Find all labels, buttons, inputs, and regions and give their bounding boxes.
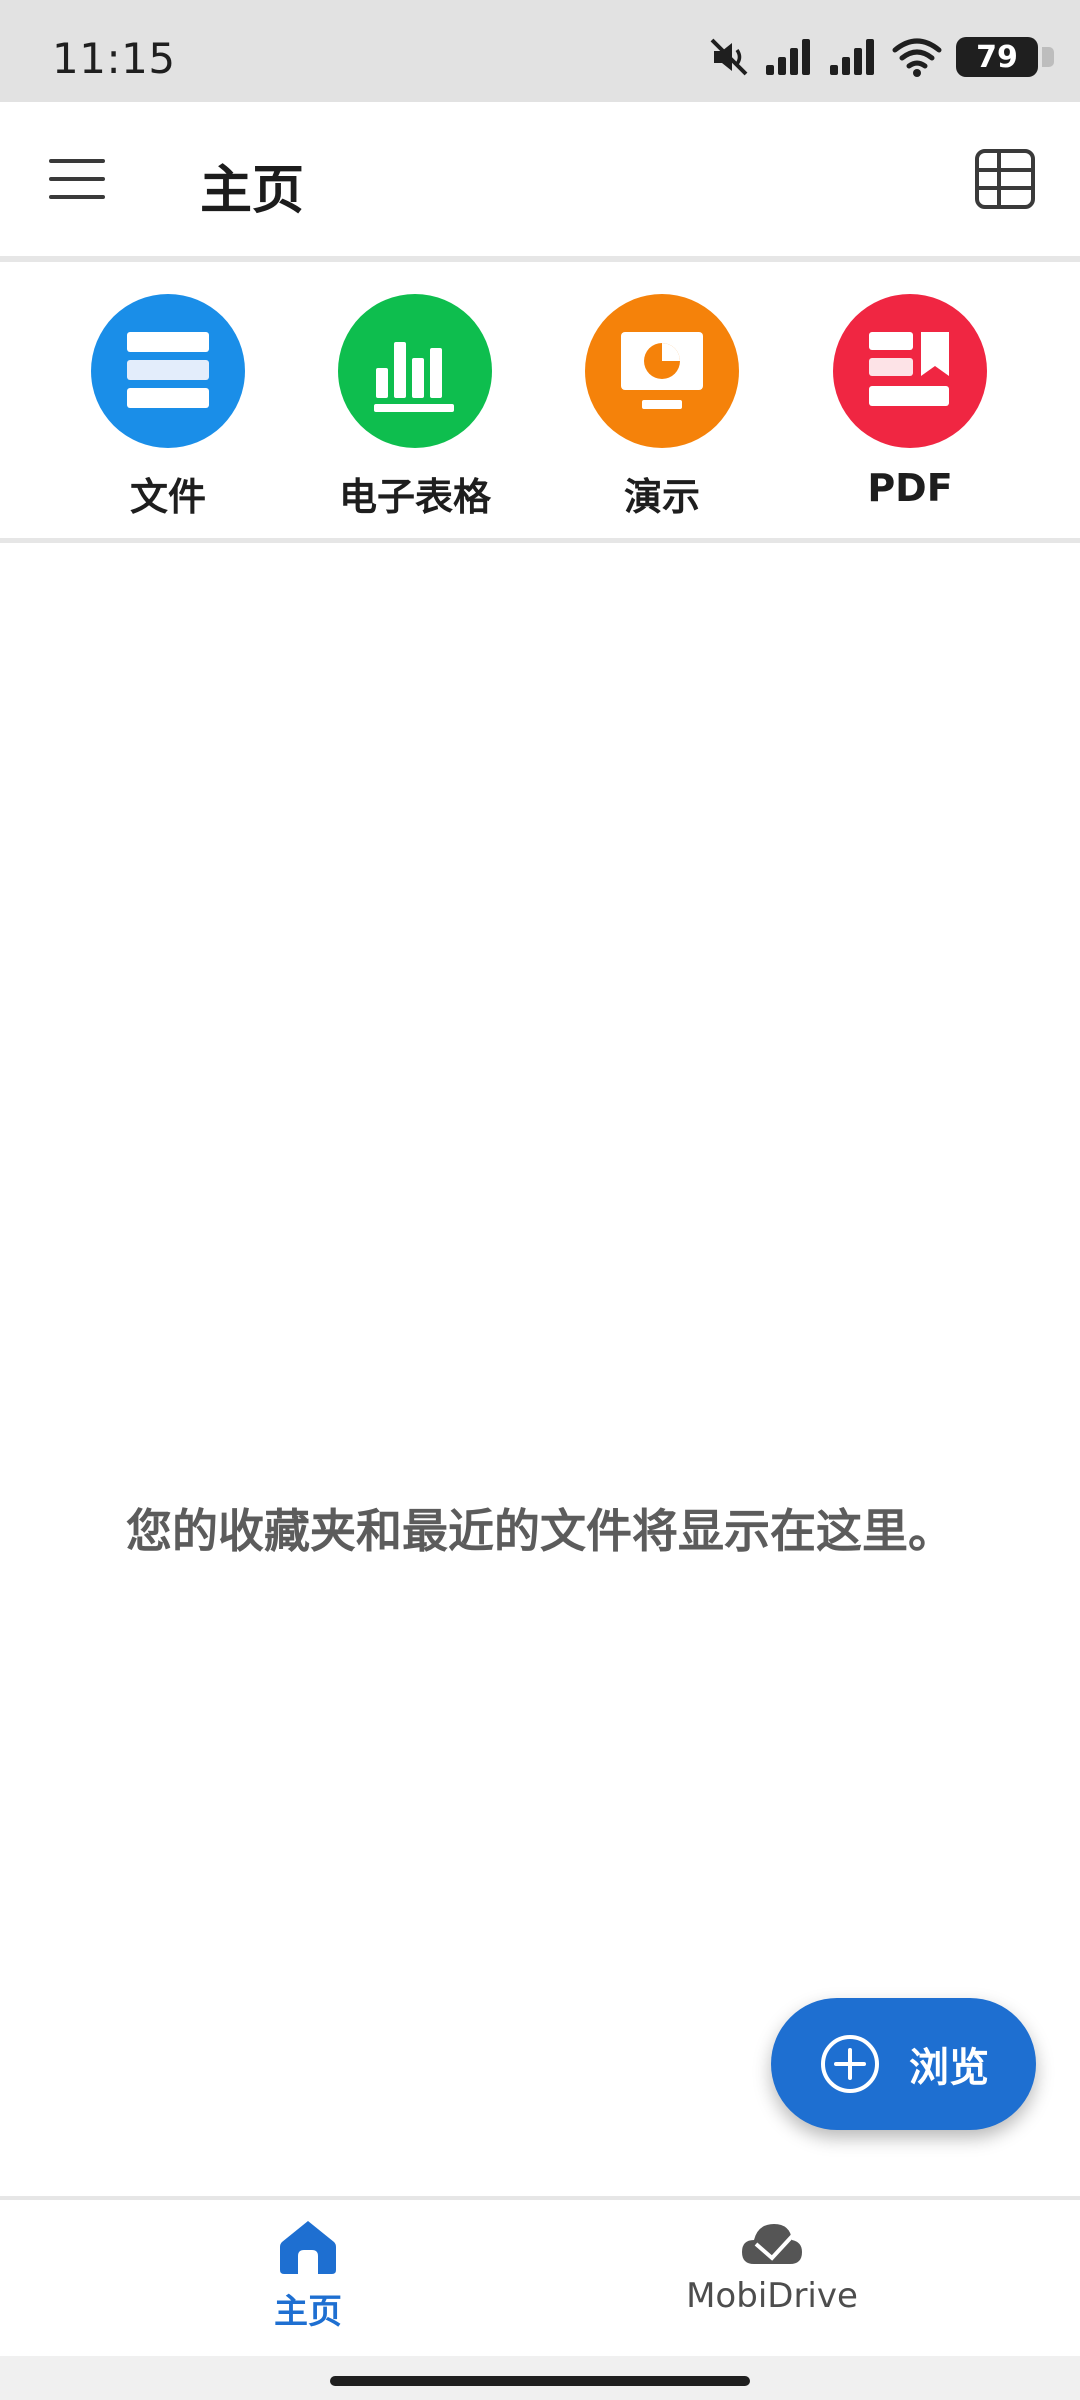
mute-icon [708, 36, 750, 78]
signal-icon [828, 37, 878, 77]
plus-circle-icon [821, 2035, 879, 2093]
battery-level: 79 [976, 39, 1018, 75]
grid-view-icon [975, 149, 1035, 209]
page-title: 主页 [200, 161, 305, 221]
battery-icon: 79 [956, 37, 1054, 77]
nav-label: 主页 [274, 2292, 342, 2332]
menu-button[interactable] [40, 142, 114, 216]
nav-item-home[interactable]: 主页 [158, 2218, 458, 2348]
quick-row-divider [0, 538, 1080, 543]
battery-cap [1042, 47, 1054, 67]
home-icon [280, 2221, 336, 2274]
signal-icon [764, 37, 814, 77]
document-icon [91, 294, 245, 448]
browse-button-label: 浏览 [909, 2045, 989, 2091]
quick-create-label: 演示 [623, 475, 700, 519]
pdf-icon [833, 294, 987, 448]
quick-create-presentation[interactable]: 演示 [542, 294, 782, 524]
empty-state-message: 您的收藏夹和最近的文件将显示在这里。 [126, 1504, 954, 1558]
bottom-nav: 主页 MobiDrive [0, 2200, 1080, 2356]
quick-create-label: PDF [867, 466, 953, 510]
quick-create-spreadsheet[interactable]: 电子表格 [295, 294, 535, 524]
quick-create-label: 电子表格 [338, 475, 491, 519]
gesture-area [0, 2356, 1080, 2400]
grid-view-button[interactable] [968, 142, 1042, 216]
quick-create-document[interactable]: 文件 [48, 294, 288, 524]
quick-create-row: 文件 电子表格 演示 PDF [0, 262, 1080, 538]
nav-item-mobidrive[interactable]: MobiDrive [622, 2218, 922, 2348]
quick-create-pdf[interactable]: PDF [790, 294, 1030, 524]
nav-label: MobiDrive [686, 2276, 858, 2316]
cloud-icon [742, 2224, 802, 2264]
presentation-icon [585, 294, 739, 448]
quick-create-label: 文件 [129, 475, 206, 519]
browse-button[interactable]: 浏览 [771, 1998, 1036, 2130]
status-icons: 79 [708, 36, 1054, 78]
spreadsheet-icon [338, 294, 492, 448]
app-bar: 主页 [0, 102, 1080, 256]
hamburger-menu-icon [49, 159, 105, 199]
status-time: 11:15 [52, 34, 176, 83]
wifi-icon [892, 36, 942, 78]
gesture-bar[interactable] [330, 2376, 750, 2386]
status-bar: 11:15 79 [0, 0, 1080, 102]
